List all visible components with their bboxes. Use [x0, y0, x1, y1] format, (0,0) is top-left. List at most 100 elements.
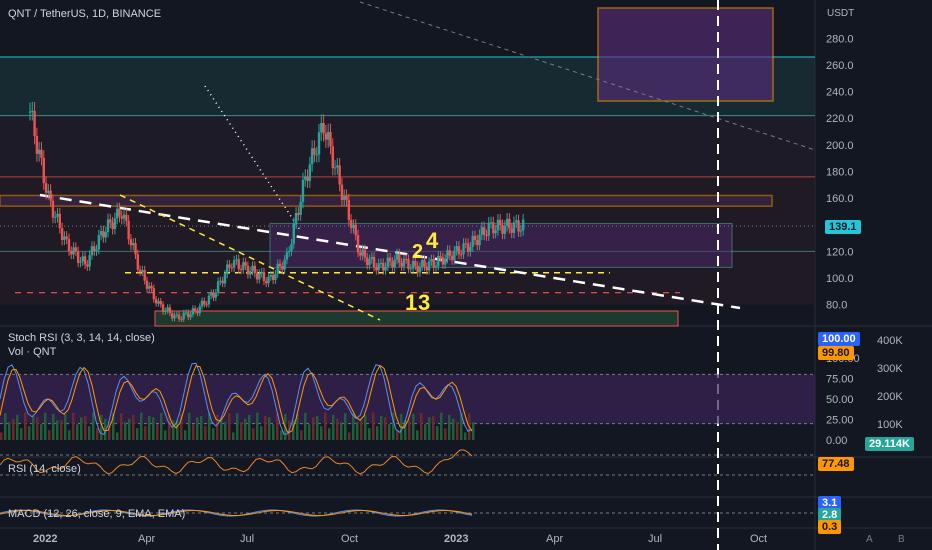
candle-body — [31, 110, 34, 112]
candle-body — [471, 235, 474, 247]
candle-body — [434, 266, 438, 268]
stoch-tick: 50.00 — [826, 394, 854, 406]
volume-last-tag: 29.114K — [865, 437, 914, 451]
volume-bar — [96, 428, 99, 440]
candle-body — [180, 319, 183, 321]
time-tick: Apr — [546, 533, 563, 545]
volume-bar — [240, 422, 243, 440]
candle-body — [148, 285, 151, 289]
candle-body — [299, 201, 302, 215]
candle-body — [49, 190, 52, 201]
volume-bar — [120, 413, 123, 440]
volume-bar — [144, 426, 147, 440]
candle-body — [496, 219, 500, 231]
volume-bar — [456, 422, 459, 440]
volume-bar — [364, 414, 367, 440]
volume-bar — [228, 413, 231, 440]
wave-label-1: 1 — [405, 290, 417, 315]
candle-body — [152, 288, 156, 300]
candle-body — [365, 257, 369, 266]
volume-bar — [224, 422, 227, 440]
volume-bar — [28, 426, 31, 440]
candle-body — [370, 256, 373, 260]
candle-body — [60, 228, 64, 241]
volume-bar — [336, 418, 339, 440]
candle-body — [340, 184, 344, 200]
chart-canvas[interactable]: 2 4 1 3 280.0 260.0 240.0 220.0 200.0 180.0 160.0 1… — [0, 0, 932, 550]
candle-body — [214, 292, 217, 298]
candle-body — [235, 259, 238, 261]
log-scale-button[interactable]: B — [898, 534, 905, 545]
stoch-indicator-label[interactable]: Stoch RSI (3, 3, 14, 14, close) — [8, 332, 155, 344]
volume-indicator-label[interactable]: Vol · QNT — [8, 346, 56, 358]
volume-bar — [156, 424, 159, 440]
macd-indicator-label[interactable]: MACD (12, 26, close, 9, EMA, EMA) — [8, 508, 185, 520]
candle-body — [398, 253, 401, 263]
candle-body — [177, 314, 181, 320]
candle-body — [184, 312, 188, 314]
stoch-tick: 25.00 — [826, 415, 854, 427]
candle-body — [430, 259, 433, 262]
candle-body — [267, 276, 270, 284]
candle-body — [448, 250, 451, 256]
candle-body — [249, 270, 252, 275]
candle-body — [164, 310, 167, 312]
candle-body — [345, 195, 348, 201]
volume-bar — [424, 424, 427, 440]
candle-body — [519, 230, 523, 232]
volume-bar — [4, 413, 7, 440]
rsi-indicator-label[interactable]: RSI (14, close) — [8, 463, 81, 475]
candle-body — [437, 255, 440, 267]
volume-bar — [260, 426, 263, 440]
candle-body — [517, 220, 520, 232]
candle-body — [306, 176, 309, 182]
candle-body — [42, 157, 45, 184]
candle-body — [239, 269, 243, 271]
candle-body — [88, 255, 91, 267]
candle-body — [462, 243, 465, 255]
volume-bar — [192, 424, 195, 440]
resistance-box — [0, 194, 773, 207]
volume-bar — [184, 430, 187, 440]
candle-body — [379, 262, 383, 264]
auto-scale-button[interactable]: A — [866, 534, 873, 545]
candle-body — [132, 243, 135, 246]
volume-bar — [432, 415, 435, 440]
volume-bar — [80, 417, 83, 440]
candle-body — [120, 216, 123, 219]
volume-bar — [444, 428, 447, 440]
candle-body — [485, 234, 488, 236]
candle-body — [37, 149, 41, 154]
candle-body — [113, 218, 117, 230]
candle-body — [363, 249, 367, 258]
candle-body — [324, 133, 328, 140]
candle-body — [219, 280, 222, 282]
candle-body — [464, 243, 468, 245]
candle-body — [134, 243, 137, 255]
candle-body — [455, 246, 458, 251]
volume-bar — [16, 414, 19, 440]
candle-body — [122, 214, 126, 219]
candle-body — [223, 274, 227, 284]
candle-body — [443, 258, 447, 265]
candle-body — [136, 254, 140, 270]
candle-body — [127, 220, 130, 240]
candle-body — [285, 252, 289, 260]
volume-bar — [264, 415, 267, 440]
candle-body — [515, 220, 518, 223]
volume-bar — [0, 432, 3, 440]
candle-body — [294, 213, 298, 224]
candle-body — [352, 224, 355, 228]
candle-body — [287, 250, 291, 253]
candle-body — [386, 257, 390, 267]
symbol-title[interactable]: QNT / TetherUS, 1D, BINANCE — [8, 8, 161, 20]
candle-body — [521, 219, 525, 231]
volume-bar — [8, 422, 11, 440]
candle-body — [446, 250, 449, 259]
candle-body — [326, 131, 330, 140]
candle-body — [175, 314, 178, 316]
candle-body — [86, 264, 89, 267]
candle-body — [182, 312, 185, 320]
candle-body — [115, 208, 119, 219]
candle-body — [260, 271, 263, 274]
